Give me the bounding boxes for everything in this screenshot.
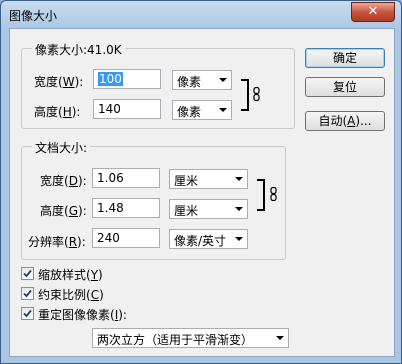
link-icon <box>253 87 260 101</box>
checkmark-icon <box>23 289 32 298</box>
doc-width-unit-select[interactable]: 厘米 <box>169 169 248 189</box>
constrain-proportions-checkbox[interactable] <box>21 287 34 300</box>
image-size-dialog: 图像大小 ✕ 像素大小:41.0K 宽度(W): 100 像素 高度(H): 1… <box>0 0 402 364</box>
resolution-unit-select[interactable]: 像素/英寸 <box>169 229 248 249</box>
doc-width-label: 宽度(D): <box>40 174 87 188</box>
scale-styles-checkbox[interactable] <box>21 267 34 280</box>
doc-constrain-bracket <box>257 179 265 211</box>
resolution-label: 分辨率(R): <box>28 235 86 249</box>
document-size-title: 文档大小: <box>32 139 91 156</box>
resample-method-select[interactable]: 两次立方（适用于平滑渐变） <box>92 328 289 348</box>
doc-width-input[interactable]: 1.06 <box>92 168 160 188</box>
pixel-height-input[interactable]: 140 <box>93 99 161 119</box>
chevron-down-icon <box>235 237 243 241</box>
chevron-down-icon <box>219 78 227 82</box>
title-bar[interactable]: 图像大小 ✕ <box>1 1 401 27</box>
resample-image-label[interactable]: 重定图像像素(I): <box>38 306 127 323</box>
doc-height-input[interactable]: 1.48 <box>92 198 160 218</box>
checkmark-icon <box>23 309 32 318</box>
chevron-down-icon <box>219 108 227 112</box>
ok-button[interactable]: 确定 <box>305 48 385 68</box>
scale-styles-label[interactable]: 缩放样式(Y) <box>38 266 103 283</box>
checkmark-icon <box>23 269 32 278</box>
constrain-proportions-label[interactable]: 约束比例(C) <box>38 286 104 303</box>
reset-button[interactable]: 复位 <box>305 77 385 97</box>
constrain-bracket <box>241 79 249 111</box>
chevron-down-icon <box>276 336 284 340</box>
pixel-height-unit-select[interactable]: 像素 <box>172 100 232 120</box>
dialog-body: 像素大小:41.0K 宽度(W): 100 像素 高度(H): 140 像素 文… <box>9 28 395 357</box>
chevron-down-icon <box>235 177 243 181</box>
auto-button[interactable]: 自动(A)... <box>305 111 385 131</box>
pixel-width-label: 宽度(W): <box>34 75 84 89</box>
doc-height-label: 高度(G): <box>40 204 87 218</box>
close-icon: ✕ <box>367 4 379 19</box>
pixel-width-input[interactable]: 100 <box>93 69 161 89</box>
close-button[interactable]: ✕ <box>351 2 395 22</box>
resolution-input[interactable]: 240 <box>92 228 160 248</box>
pixel-width-unit-select[interactable]: 像素 <box>172 70 232 90</box>
window-title: 图像大小 <box>9 9 58 23</box>
pixel-dimensions-title: 像素大小:41.0K <box>32 41 125 58</box>
doc-height-unit-select[interactable]: 厘米 <box>169 199 248 219</box>
chevron-down-icon <box>235 207 243 211</box>
link-icon <box>270 187 277 201</box>
pixel-height-label: 高度(H): <box>34 105 81 119</box>
resample-image-checkbox[interactable] <box>21 307 34 320</box>
